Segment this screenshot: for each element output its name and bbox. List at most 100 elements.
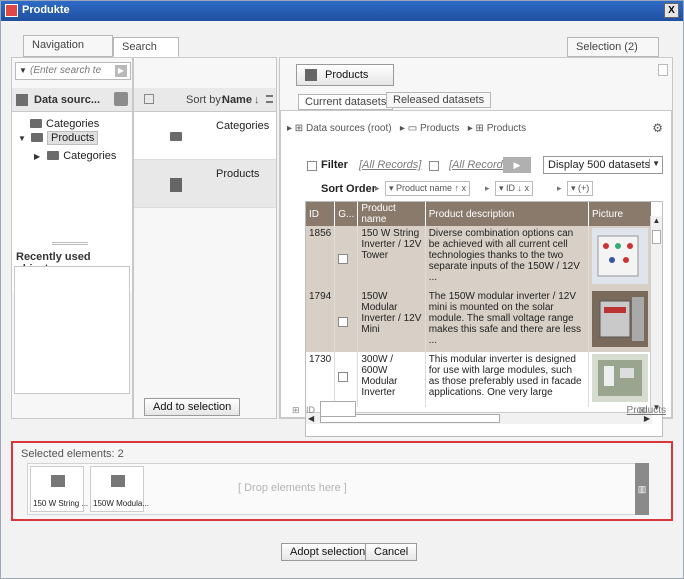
cell-id: 1794 — [306, 289, 336, 352]
cell-product-description: Diverse combination options can be achie… — [428, 228, 580, 280]
display-count-value: Display 500 datasets — [548, 159, 651, 171]
products-link[interactable]: Products — [627, 405, 666, 416]
expanded-arrow-icon[interactable]: ▼ — [18, 134, 26, 143]
id-label: ID — [306, 405, 315, 415]
breadcrumb: ▸ ⊞ Data sources (root) ▸ ▭ Products ▸ ⊞… — [287, 123, 527, 134]
products-button[interactable]: Products — [296, 64, 394, 86]
scroll-thumb[interactable] — [652, 230, 661, 244]
selected-elements-dropzone[interactable]: 150 W String ... 150W Modula... [ Drop e… — [27, 463, 649, 515]
selected-item[interactable]: 150W Modula... — [90, 466, 149, 512]
selected-elements-panel: Selected elements: 2 150 W String ... 15… — [11, 441, 673, 521]
refresh-icon[interactable] — [114, 92, 128, 106]
sort-direction-icon[interactable]: ↓ — [254, 94, 260, 106]
selected-item[interactable]: 150 W String ... — [30, 466, 88, 512]
cell-checkbox[interactable] — [334, 226, 359, 289]
cell-checkbox[interactable] — [334, 289, 359, 352]
table-vertical-scrollbar[interactable]: ▲ ▼ — [650, 216, 662, 412]
cell-checkbox[interactable] — [334, 352, 359, 407]
chevron-down-icon[interactable]: ▼ — [19, 66, 27, 75]
table-row[interactable]: 1856 150 W String Inverter / 12V Tower D… — [306, 226, 653, 289]
id-input[interactable] — [320, 401, 356, 417]
close-button[interactable]: X — [664, 3, 679, 18]
recent-objects-list — [14, 266, 130, 394]
cell-id: 1856 — [306, 226, 336, 289]
cell-product-description: This modular inverter is designed for us… — [428, 354, 582, 398]
column-header-product-name[interactable]: Product name — [357, 202, 426, 226]
filter-checkbox[interactable] — [307, 161, 317, 171]
breadcrumb-item[interactable]: Data sources (root) — [306, 123, 392, 134]
display-count-select[interactable]: Display 500 datasets ▼ — [543, 156, 663, 174]
document-icon[interactable] — [658, 64, 668, 76]
breadcrumb-nav-icon[interactable]: ▸ ⊞ — [287, 123, 306, 134]
tree-item-child-categories[interactable]: ▶ Categories — [34, 150, 116, 162]
tab-released-datasets[interactable]: Released datasets — [386, 92, 492, 108]
tab-navigation[interactable]: Navigation — [23, 35, 113, 57]
table-horizontal-scrollbar[interactable]: ◀ ▶ — [306, 412, 652, 424]
tree-item-products[interactable]: ▼ Products — [18, 131, 99, 145]
table-row[interactable]: 1794 150W Modular Inverter / 12V Mini Th… — [306, 289, 653, 352]
tab-search[interactable]: Search — [113, 37, 179, 57]
middle-column: Sort by: Name ↓ Categories Products Add … — [133, 57, 277, 419]
chevron-right-icon: ▸ — [485, 183, 490, 193]
settings-icon[interactable]: ⚙ — [652, 121, 663, 135]
chevron-down-icon[interactable]: ▼ — [649, 159, 660, 168]
product-image — [591, 354, 648, 402]
sort-chip-id[interactable]: ▾ ID ↓ x — [495, 181, 534, 196]
column-header-product-description[interactable]: Product description — [425, 202, 589, 226]
table-icon — [305, 69, 317, 81]
datasets-table: ID G... Product name Product description… — [305, 201, 663, 437]
app-icon — [5, 4, 18, 17]
cell-picture — [588, 352, 653, 407]
breadcrumb-item[interactable]: Products — [420, 123, 459, 134]
cell-product-name: 150 W String Inverter / 12V Tower — [361, 228, 422, 261]
filter-all-records-link[interactable]: [All Records] — [359, 159, 421, 171]
breadcrumb-item[interactable]: Products — [487, 123, 526, 134]
column-header-picture[interactable]: Picture — [588, 202, 653, 226]
selected-item-label: 150W Modula... — [93, 499, 150, 508]
collapsed-arrow-icon[interactable]: ▶ — [34, 152, 40, 161]
cell-picture — [588, 226, 653, 289]
menu-icon[interactable] — [266, 95, 273, 103]
apply-filter-icon[interactable]: ▶ — [503, 157, 531, 173]
search-placeholder: (Enter search te — [30, 65, 102, 76]
list-item-label: Categories — [216, 120, 270, 132]
scroll-up-icon[interactable]: ▲ — [651, 216, 662, 225]
table-icon — [51, 475, 65, 487]
chevron-right-icon: ▸ — [375, 183, 380, 193]
tab-current-datasets[interactable]: Current datasets — [298, 94, 394, 110]
cell-product-description: The 150W modular inverter / 12V mini is … — [428, 291, 582, 343]
right-column: Products Current datasets Released datas… — [279, 57, 673, 437]
column-header-g[interactable]: G... — [334, 202, 359, 226]
column-header-id[interactable]: ID — [306, 202, 336, 226]
tree-label-selected: Products — [46, 131, 99, 145]
add-to-selection-button[interactable]: Add to selection — [144, 398, 241, 416]
products-button-label: Products — [325, 69, 369, 81]
sort-chip-product-name[interactable]: ▾ Product name ↑ x — [385, 181, 471, 196]
sort-value[interactable]: Name — [222, 94, 252, 106]
tab-selection[interactable]: Selection (2) — [567, 37, 659, 57]
adopt-selection-button[interactable]: Adopt selection — [281, 543, 375, 561]
folder-icon — [30, 133, 43, 142]
datasources-header: Data sourc... — [12, 88, 132, 112]
search-go-icon[interactable]: ▶ — [115, 65, 127, 77]
selected-item-label: 150 W String ... — [33, 499, 89, 508]
list-item-label: Products — [216, 168, 260, 180]
tree-item-categories[interactable]: Categories — [30, 118, 99, 130]
left-column: ▼ (Enter search te ▶ Data sourc... Categ… — [11, 57, 133, 419]
page-icon — [144, 94, 154, 104]
cell-id: 1730 — [306, 352, 336, 407]
splitter-handle[interactable] — [52, 242, 88, 245]
folder-icon — [30, 119, 42, 128]
sort-label: Sort by: — [186, 94, 224, 106]
sort-chip-add[interactable]: ▾ (+) — [567, 181, 594, 196]
trash-icon[interactable]: ▥ — [635, 463, 649, 515]
cell-picture — [588, 289, 653, 352]
filter-checkbox-2[interactable] — [429, 161, 439, 171]
search-input[interactable]: ▼ (Enter search te ▶ — [15, 62, 131, 80]
list-item[interactable]: Products — [134, 160, 276, 208]
table-icon — [111, 475, 125, 487]
list-item[interactable]: Categories — [134, 112, 276, 160]
table-row[interactable]: 1730 300W / 600W Modular Inverter This m… — [306, 352, 653, 407]
cancel-button[interactable]: Cancel — [365, 543, 418, 561]
scroll-left-icon[interactable]: ◀ — [308, 414, 314, 423]
